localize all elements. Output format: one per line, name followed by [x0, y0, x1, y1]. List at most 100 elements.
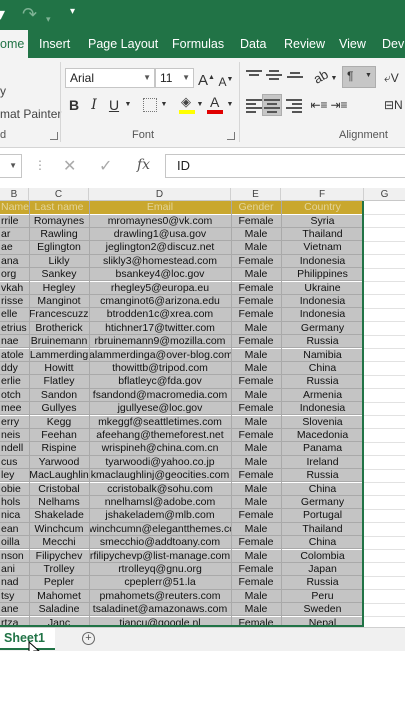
cell-last-name[interactable]: Eglington — [29, 241, 89, 254]
cell-last-name[interactable]: Nelhams — [29, 496, 89, 509]
cell-email[interactable]: rbruinemann9@mozilla.com — [89, 335, 231, 348]
cell-email[interactable]: jgullyese@loc.gov — [89, 402, 231, 415]
cell-last-name[interactable]: Rawling — [29, 228, 89, 241]
tab-formulas[interactable]: Formulas — [172, 30, 224, 58]
cell-gender[interactable]: Female — [231, 429, 281, 442]
cell-last-name[interactable]: Sandon — [29, 389, 89, 402]
cell-name[interactable]: oilla — [0, 536, 29, 549]
cell-email[interactable]: kmaclaughlinj@geocities.com — [89, 469, 231, 482]
cell-last-name[interactable]: Feehan — [29, 429, 89, 442]
cell-gender[interactable]: Female — [231, 215, 281, 228]
cell-gender[interactable]: Female — [231, 563, 281, 576]
cell-gender[interactable]: Female — [231, 282, 281, 295]
cell-name[interactable]: ane — [0, 603, 29, 616]
cell-country[interactable]: Vietnam — [281, 241, 364, 254]
cell-country[interactable]: Armenia — [281, 389, 364, 402]
cell-email[interactable]: tyarwoodi@yahoo.co.jp — [89, 456, 231, 469]
cancel-icon[interactable]: ✕ — [63, 156, 76, 176]
column-header-d[interactable]: D — [89, 188, 231, 201]
cell-gender[interactable]: Male — [231, 322, 281, 335]
cell-gender[interactable]: Male — [231, 496, 281, 509]
column-header-c[interactable]: C — [29, 188, 89, 201]
cell-last-name[interactable]: Gullyes — [29, 402, 89, 415]
cell-last-name[interactable]: Hegley — [29, 282, 89, 295]
table-row[interactable]: ar Rawling drawling1@usa.gov Male Thailand — [0, 227, 363, 242]
table-row[interactable]: etrius Brotherick htichner17@twitter.com Ma… — [0, 321, 364, 336]
align-right-icon[interactable] — [286, 99, 302, 113]
cell-country[interactable]: Germany — [281, 322, 364, 335]
cell-last-name[interactable]: Romaynes — [29, 215, 89, 228]
cell-name[interactable]: erlie — [0, 375, 29, 388]
cell-name[interactable]: ley — [0, 469, 29, 482]
cell-country[interactable]: Indonesia — [281, 255, 364, 268]
top-align-icon[interactable] — [246, 70, 262, 84]
cell-country[interactable]: Russia — [281, 335, 364, 348]
cell-last-name[interactable]: Cristobal — [29, 483, 89, 496]
cell-email[interactable]: tjancu@google.nl — [89, 617, 231, 628]
cell-email[interactable]: jshakeladem@mlb.com — [89, 509, 231, 522]
table-row[interactable]: ane Saladine tsaladinet@amazonaws.com Male S… — [0, 603, 364, 617]
cell-country[interactable]: Panama — [281, 442, 364, 455]
cell-name[interactable]: ddy — [0, 362, 29, 375]
align-left-icon[interactable] — [246, 99, 262, 113]
table-row[interactable]: ley MacLaughlin kmaclaughlinj@geocities.co… — [0, 469, 363, 483]
cell-gender[interactable]: Female — [231, 469, 281, 482]
tab-developer[interactable]: Dev — [382, 30, 404, 58]
table-row[interactable]: vkah Hegley rhegley5@europa.eu Female Ukrain… — [0, 281, 363, 295]
cell-country[interactable]: Thailand — [281, 523, 364, 536]
cell-country[interactable]: Indonesia — [281, 402, 364, 415]
borders-icon[interactable] — [143, 98, 157, 112]
cell-gender[interactable]: Female — [231, 536, 281, 549]
cell-gender[interactable]: Female — [231, 335, 281, 348]
cell-email[interactable]: cmanginot6@arizona.edu — [89, 295, 231, 308]
table-row[interactable]: oilla Mecchi smecchio@addtoany.com Female Ch… — [0, 536, 363, 550]
cell-gender[interactable]: Male — [231, 268, 281, 281]
cell-name[interactable]: hols — [0, 496, 29, 509]
cell-last-name[interactable]: Pepler — [29, 576, 89, 589]
cell-name[interactable]: risse — [0, 295, 29, 308]
tab-view[interactable]: View — [339, 30, 366, 58]
cell-name[interactable]: ndell — [0, 442, 29, 455]
cell-last-name[interactable]: Howitt — [29, 362, 89, 375]
cell-country[interactable]: China — [281, 362, 364, 375]
cell-country[interactable]: Peru — [281, 590, 364, 603]
cell-last-name[interactable]: Saladine — [29, 603, 89, 616]
cell-last-name[interactable]: Kegg — [29, 416, 89, 429]
wrap-icon[interactable]: ⤶V — [384, 69, 405, 87]
cell-country[interactable]: Slovenia — [281, 416, 364, 429]
underline-dropdown-icon[interactable]: ▼ — [124, 96, 132, 114]
formula-bar-grip-icon[interactable]: ⋮ — [34, 158, 46, 172]
name-box[interactable]: ▼ — [0, 154, 22, 178]
table-row[interactable]: ddy Howitt thowittb@tripod.com Male China — [0, 361, 364, 376]
table-row[interactable]: risse Manginot cmanginot6@arizona.edu Femal… — [0, 294, 363, 309]
cell-gender[interactable]: Male — [231, 228, 281, 241]
column-header-b[interactable]: B — [0, 188, 29, 201]
cell-gender[interactable]: Male — [231, 442, 281, 455]
cell-last-name[interactable]: Likly — [29, 255, 89, 268]
cell-country[interactable]: Russia — [281, 375, 364, 388]
cell-email[interactable]: slikly3@homestead.com — [89, 255, 231, 268]
header-gender[interactable]: Gender — [231, 201, 281, 214]
cell-email[interactable]: pmahomets@reuters.com — [89, 590, 231, 603]
orientation-dropdown-icon[interactable]: ▼ — [330, 70, 338, 88]
cell-name[interactable]: ana — [0, 255, 29, 268]
cell-gender[interactable]: Male — [231, 349, 281, 362]
cell-email[interactable]: alammerdinga@over-blog.com — [89, 349, 231, 362]
table-row[interactable]: ani Trolley rtrolleyq@gnu.org Female Japan — [0, 562, 363, 577]
cell-country[interactable]: Colombia — [281, 550, 364, 563]
cell-email[interactable]: bsankey4@loc.gov — [89, 268, 231, 281]
table-row[interactable]: erlie Flatley bflatleyc@fda.gov Female Russi… — [0, 375, 364, 389]
table-row[interactable]: tsy Mahomet pmahomets@reuters.com Male Peru — [0, 589, 364, 604]
cell-country[interactable]: Sweden — [281, 603, 364, 616]
worksheet-grid[interactable]: Name Last name Email Gender Country rril… — [0, 201, 405, 627]
cell-name[interactable]: ae — [0, 241, 29, 254]
cell-email[interactable]: smecchio@addtoany.com — [89, 536, 231, 549]
cell-name[interactable]: etrius — [0, 322, 29, 335]
tab-review[interactable]: Review — [284, 30, 325, 58]
cell-email[interactable]: afeehang@themeforest.net — [89, 429, 231, 442]
font-size-combo[interactable]: 11 ▼ — [155, 68, 194, 88]
enter-icon[interactable]: ✓ — [99, 156, 112, 176]
cell-last-name[interactable]: Mecchi — [29, 536, 89, 549]
cell-gender[interactable]: Female — [231, 295, 281, 308]
format-painter-button[interactable]: mat Painter — [0, 107, 61, 121]
